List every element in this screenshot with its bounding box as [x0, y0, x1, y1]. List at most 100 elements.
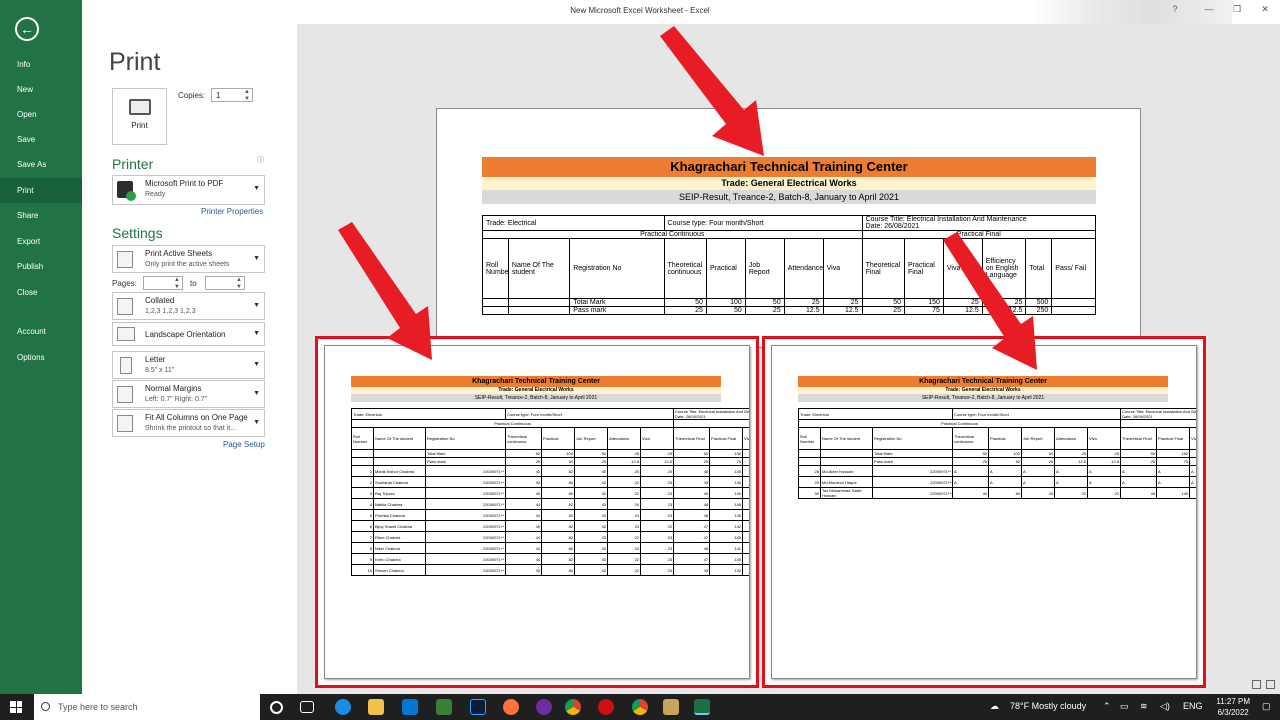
back-arrow-icon[interactable]: ← — [15, 17, 39, 41]
score-cell: A — [1189, 465, 1196, 477]
score-cell: 23 — [640, 531, 675, 543]
print-button[interactable]: Print — [112, 88, 167, 145]
normal-view-icon[interactable] — [1252, 680, 1261, 689]
nav-item-print[interactable]: Print — [0, 178, 82, 203]
table-row: 1 Manik Kishor Chakma 22000971** 40 82 40 20 20… — [351, 465, 749, 477]
column-header: Name Of The student — [373, 427, 426, 450]
column-header: Theoretical continuous — [952, 427, 990, 450]
page-setup-link[interactable]: Page Setup — [223, 440, 265, 449]
minimize-icon[interactable]: — — [1202, 4, 1216, 14]
photoshop-icon[interactable] — [470, 699, 486, 715]
help-icon[interactable]: ? — [1168, 4, 1182, 14]
firefox-icon[interactable] — [503, 699, 519, 715]
nav-item-options[interactable]: Options — [0, 345, 82, 370]
practical-final-header: Practical Final — [673, 419, 749, 428]
score-cell: 80 — [541, 476, 576, 488]
printer-properties-link[interactable]: Printer Properties — [201, 207, 263, 216]
info-icon[interactable]: ⓘ — [257, 155, 264, 165]
printer-heading: Printer — [112, 156, 154, 172]
printer-select[interactable]: Microsoft Print to PDF Ready ▼ — [112, 175, 265, 205]
opera-icon[interactable] — [598, 699, 614, 715]
weather-text[interactable]: 78°F Mostly cloudy — [1010, 701, 1086, 711]
registration-cell: 22000971** — [424, 542, 507, 554]
red-arrow-icon — [943, 232, 1037, 370]
score-cell: 145 — [709, 465, 744, 477]
score-cell: 42 — [574, 564, 609, 576]
roll-cell: 3 — [351, 487, 374, 499]
score-cell: 49 — [1120, 487, 1158, 499]
column-header: Name Of The student — [507, 238, 571, 299]
score-cell: 45 — [673, 564, 711, 576]
weather-icon[interactable]: ☁ — [990, 701, 999, 712]
print-what-select[interactable]: Print Active Sheets Only print the activ… — [112, 245, 265, 273]
copies-input[interactable]: 1 ▲ ▼ — [211, 88, 253, 102]
table-cell — [482, 298, 509, 307]
cortana-icon[interactable] — [270, 701, 283, 714]
spin-arrows-icon[interactable]: ▲ ▼ — [174, 277, 180, 291]
column-header: Viva — [1087, 427, 1122, 450]
column-header: Theoretical Final — [673, 427, 711, 450]
edge-icon[interactable] — [335, 699, 351, 715]
network-icon[interactable]: ▭ — [1120, 701, 1129, 712]
margins-select[interactable]: Normal Margins Left: 0.7" Right: 0.7" ▼ — [112, 380, 265, 408]
score-cell: 82 — [541, 498, 576, 510]
excel-taskbar-icon[interactable] — [694, 699, 710, 715]
page-view-icon[interactable] — [1266, 680, 1275, 689]
firefox-dev-icon[interactable] — [536, 699, 552, 715]
score-cell: 23 — [640, 487, 675, 499]
registration-cell: 22000971** — [871, 476, 954, 488]
mark-value: 50 — [1120, 449, 1158, 458]
wifi-icon[interactable]: ≋ — [1140, 701, 1148, 712]
score-cell: 43 — [574, 531, 609, 543]
taskbar-search[interactable]: Type here to search — [34, 694, 260, 720]
clock[interactable]: 11:27 PM 6/3/2022 — [1216, 696, 1250, 718]
table-row: Pass mark25502512.512.5257512.512.5250 — [798, 457, 1196, 466]
volume-icon[interactable]: ◁) — [1160, 701, 1170, 712]
mark-value: 25 — [783, 298, 824, 307]
chrome-icon[interactable] — [565, 699, 581, 715]
score-cell: 20 — [607, 465, 642, 477]
nav-item-export[interactable]: Export — [0, 229, 82, 254]
pages-from-input[interactable]: ▲ ▼ — [143, 276, 183, 290]
pages-to-input[interactable]: ▲ ▼ — [205, 276, 245, 290]
score-cell: 23 — [640, 553, 675, 565]
nav-item-new[interactable]: New — [0, 77, 82, 102]
score-cell: 23 — [640, 564, 675, 576]
score-cell: 22 — [607, 487, 642, 499]
nav-item-share[interactable]: Share — [0, 203, 82, 228]
print-what-main: Print Active Sheets — [145, 249, 213, 258]
language-indicator[interactable]: ENG — [1183, 701, 1203, 711]
score-cell: 42 — [574, 487, 609, 499]
mail-icon[interactable] — [402, 699, 418, 715]
mark-value: 75 — [1156, 457, 1191, 466]
print-settings-panel: Print Print Copies: 1 ▲ ▼ Printer ⓘ Micro… — [82, 24, 297, 694]
app-icon[interactable] — [663, 699, 679, 715]
file-explorer-icon[interactable] — [368, 699, 384, 715]
name-cell: Nikel Chakma — [373, 542, 426, 554]
notifications-icon[interactable]: ▢ — [1262, 701, 1271, 712]
close-icon[interactable]: ✕ — [1258, 4, 1272, 15]
paper-size-select[interactable]: Letter 8.5" x 11" ▼ — [112, 351, 265, 379]
spin-arrows-icon[interactable]: ▲ ▼ — [244, 89, 250, 103]
windows-start-icon[interactable] — [10, 701, 22, 713]
nav-item-save[interactable]: Save — [0, 127, 82, 152]
collation-select[interactable]: Collated 1,2,3 1,2,3 1,2,3 ▼ — [112, 292, 265, 320]
registration-cell: 22000971** — [424, 465, 507, 477]
scaling-select[interactable]: Fit All Columns on One Page Shrink the p… — [112, 409, 265, 437]
fit-columns-icon — [117, 415, 133, 432]
nav-item-publish[interactable]: Publish — [0, 254, 82, 279]
nav-item-account[interactable]: Account — [0, 319, 82, 344]
doc-date: Date: 26/08/2021 — [865, 223, 920, 230]
restore-icon[interactable]: ❐ — [1230, 4, 1244, 15]
camtasia-icon[interactable] — [436, 699, 452, 715]
spin-arrows-icon[interactable]: ▲ ▼ — [236, 277, 242, 291]
nav-item-info[interactable]: Info — [0, 52, 82, 77]
orientation-select[interactable]: Landscape Orientation ▼ — [112, 322, 265, 346]
chrome-profile-icon[interactable] — [632, 699, 648, 715]
nav-item-close[interactable]: Close — [0, 280, 82, 305]
chevron-up-icon[interactable]: ⌃ — [1103, 701, 1111, 712]
task-view-icon[interactable] — [300, 701, 314, 713]
score-cell: 20 — [640, 465, 675, 477]
nav-item-open[interactable]: Open — [0, 102, 82, 127]
nav-item-save-as[interactable]: Save As — [0, 152, 82, 177]
